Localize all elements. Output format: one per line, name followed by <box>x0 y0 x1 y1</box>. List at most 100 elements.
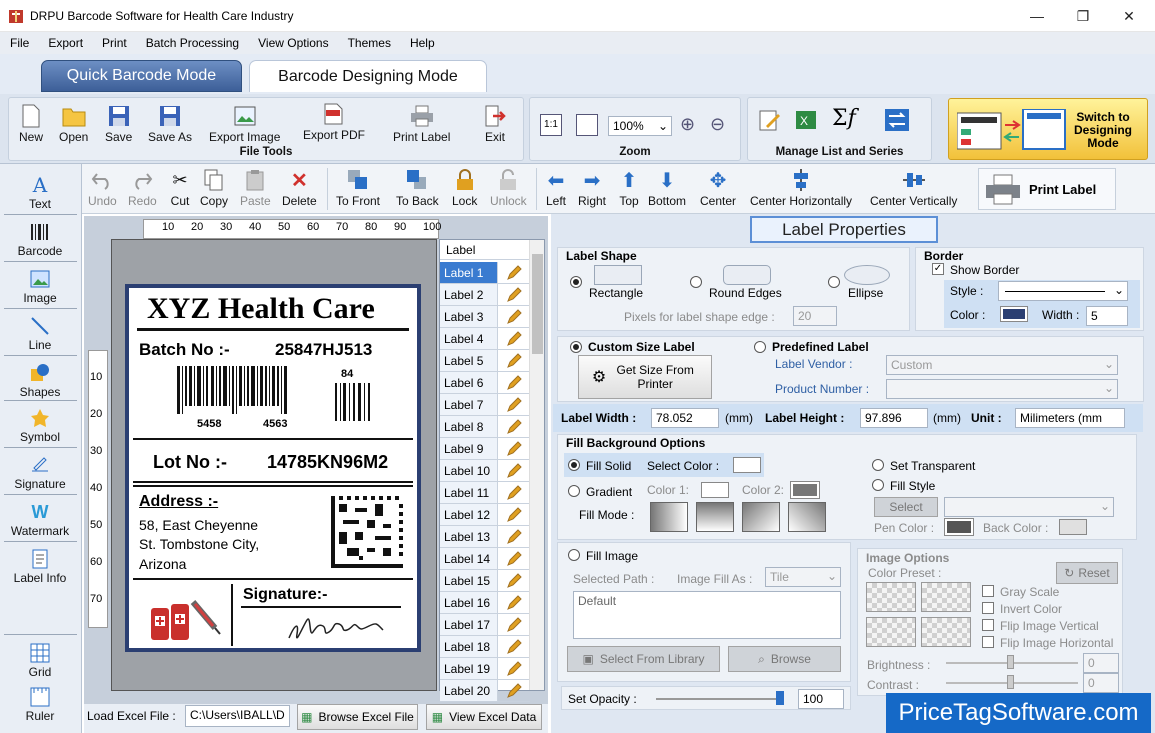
label-list-item[interactable]: Label 10 <box>440 460 530 482</box>
pencil-icon[interactable] <box>498 460 530 481</box>
new-button[interactable]: New <box>19 104 43 144</box>
align-right-button[interactable]: ➡ Right <box>578 168 606 209</box>
company-name[interactable]: XYZ Health Care <box>147 292 375 326</box>
fill-mode-vertical[interactable] <box>696 502 734 532</box>
label-list-item[interactable]: Label 17 <box>440 614 530 636</box>
label-list-scrollbar[interactable] <box>529 240 544 690</box>
view-excel-button[interactable]: ▦ View Excel Data <box>426 704 542 730</box>
formula-icon[interactable]: Σf <box>832 106 856 131</box>
open-button[interactable]: Open <box>59 104 88 144</box>
opacity-slider[interactable] <box>656 698 784 700</box>
pencil-icon[interactable] <box>498 284 530 305</box>
edit-list-icon[interactable] <box>758 108 782 135</box>
label-list-item[interactable]: Label 18 <box>440 636 530 658</box>
symbol-tool[interactable]: Symbol <box>0 407 80 444</box>
to-back-button[interactable]: To Back <box>396 168 439 208</box>
pencil-icon[interactable] <box>498 328 530 349</box>
pencil-icon[interactable] <box>498 394 530 415</box>
menu-export[interactable]: Export <box>38 36 92 50</box>
pencil-icon[interactable] <box>498 592 530 613</box>
align-bottom-button[interactable]: ⬇ Bottom <box>648 168 686 209</box>
label-list-item[interactable]: Label 13 <box>440 526 530 548</box>
preset-1[interactable] <box>866 582 916 612</box>
address-line-2[interactable]: St. Tombstone City, <box>139 536 259 552</box>
menu-batch-processing[interactable]: Batch Processing <box>136 36 248 50</box>
zoom-select[interactable]: 100% ⌄ <box>608 116 672 136</box>
medicine-image[interactable] <box>149 594 221 645</box>
scroll-thumb[interactable] <box>532 254 543 354</box>
brightness-input[interactable]: 0 <box>1083 653 1119 673</box>
export-pdf-button[interactable]: Export PDF <box>303 102 365 142</box>
browse-excel-button[interactable]: ▦ Browse Excel File <box>297 704 418 730</box>
fill-image-radio[interactable] <box>568 549 580 561</box>
set-transparent-radio[interactable] <box>872 459 884 471</box>
pencil-icon[interactable] <box>498 636 530 657</box>
lock-button[interactable]: Lock <box>452 168 477 208</box>
label-list-item[interactable]: Label 1 <box>440 262 530 284</box>
close-button[interactable]: ✕ <box>1106 0 1152 32</box>
fill-style-radio[interactable] <box>872 479 884 491</box>
menu-view-options[interactable]: View Options <box>248 36 337 50</box>
excel-icon[interactable]: X <box>794 108 820 135</box>
unlock-button[interactable]: Unlock <box>490 168 527 208</box>
pencil-icon[interactable] <box>498 658 530 679</box>
minimize-button[interactable]: — <box>1014 0 1060 32</box>
pencil-icon[interactable] <box>498 482 530 503</box>
predefined-radio[interactable] <box>754 341 766 353</box>
menu-print[interactable]: Print <box>92 36 136 50</box>
signature-label[interactable]: Signature:- <box>243 586 327 604</box>
pencil-icon[interactable] <box>498 526 530 547</box>
fill-solid-radio[interactable] <box>568 459 580 471</box>
color2-swatch[interactable] <box>790 481 820 499</box>
watermark-tool[interactable]: W Watermark <box>0 501 80 539</box>
custom-size-radio[interactable] <box>570 341 582 353</box>
label-list-item[interactable]: Label 6 <box>440 372 530 394</box>
border-style-select[interactable]: ⌄ <box>998 281 1128 301</box>
flip-horizontal-checkbox[interactable] <box>982 636 994 648</box>
align-center-button[interactable]: ✥ Center <box>700 168 736 209</box>
address-line-3[interactable]: Arizona <box>139 556 186 572</box>
image-path-textbox[interactable]: Default <box>573 591 841 639</box>
label-design[interactable]: XYZ Health Care Batch No :- 25847HJ513 8… <box>125 284 421 652</box>
text-tool[interactable]: A Text <box>0 173 80 211</box>
image-tool[interactable]: Image <box>0 268 80 305</box>
shapes-tool[interactable]: Shapes <box>0 362 80 399</box>
label-list-item[interactable]: Label 7 <box>440 394 530 416</box>
fill-mode-diagonal-backward[interactable] <box>788 502 826 532</box>
flip-vertical-checkbox[interactable] <box>982 619 994 631</box>
gray-scale-checkbox[interactable] <box>982 585 994 597</box>
batch-label[interactable]: Batch No :- <box>139 340 230 360</box>
preset-3[interactable] <box>866 617 916 647</box>
vendor-select[interactable]: Custom ⌄ <box>886 355 1118 375</box>
label-list-item[interactable]: Label 8 <box>440 416 530 438</box>
color1-swatch[interactable] <box>701 482 729 498</box>
border-color-swatch[interactable] <box>1000 306 1028 322</box>
browse-image-button[interactable]: ⌕ Browse <box>728 646 841 672</box>
select-from-library-button[interactable]: ▣ Select From Library <box>567 646 720 672</box>
label-list-item[interactable]: Label 15 <box>440 570 530 592</box>
pen-color-swatch[interactable] <box>944 518 974 536</box>
pencil-icon[interactable] <box>498 548 530 569</box>
line-tool[interactable]: Line <box>0 315 80 352</box>
pencil-icon[interactable] <box>498 262 530 283</box>
delete-button[interactable]: ✕ Delete <box>282 168 317 209</box>
reset-button[interactable]: ↻ Reset <box>1056 562 1118 584</box>
menu-file[interactable]: File <box>0 36 38 50</box>
rectangle-radio[interactable] <box>570 276 582 288</box>
excel-path-input[interactable]: C:\Users\IBALL\D <box>185 705 290 727</box>
label-list-item[interactable]: Label 19 <box>440 658 530 680</box>
label-list-item[interactable]: Label 5 <box>440 350 530 372</box>
gradient-radio[interactable] <box>568 485 580 497</box>
pencil-icon[interactable] <box>498 504 530 525</box>
preset-4[interactable] <box>921 617 971 647</box>
exit-button[interactable]: Exit <box>483 104 507 144</box>
to-front-button[interactable]: To Front <box>336 168 380 208</box>
pencil-icon[interactable] <box>498 438 530 459</box>
image-fill-select[interactable]: Tile ⌄ <box>765 567 841 587</box>
round-edges-radio[interactable] <box>690 276 702 288</box>
pencil-icon[interactable] <box>498 306 530 327</box>
contrast-input[interactable]: 0 <box>1083 673 1119 693</box>
back-color-swatch[interactable] <box>1059 519 1087 535</box>
unit-select[interactable]: Milimeters (mm <box>1015 408 1125 428</box>
pixels-edge-input[interactable]: 20 <box>793 306 837 326</box>
